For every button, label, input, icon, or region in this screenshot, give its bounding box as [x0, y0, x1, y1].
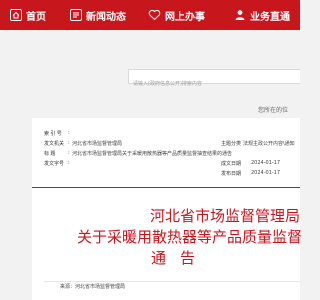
publish-date-label: 发布日期	[221, 171, 242, 177]
meta-row-publish-date: 发布日期 2024-01-17	[32, 170, 300, 178]
nav-news-label: 新闻动态	[86, 11, 126, 23]
document-title-line-1: 河北省市场监督管理局	[150, 207, 301, 225]
document-card: 索引号: 发文机关: 河北省市场监督管理局 主题分类 法规主政公开内容\通知 标…	[32, 118, 302, 300]
title-value: 河北省市场监督管理局关于采暖用散热器等产品质量监督抽查结果的通告	[72, 151, 233, 157]
person-icon	[234, 9, 246, 21]
meta-row-title: 标题: 河北省市场监督管理局关于采暖用散热器等产品质量监督抽查结果的通告	[44, 150, 233, 157]
doc-no-label: 发文字号	[44, 161, 65, 167]
category-label: 主题分类	[221, 141, 242, 147]
search-input[interactable]	[129, 77, 300, 91]
search-box	[128, 69, 300, 91]
nav-business-label: 业务直通	[250, 11, 290, 23]
publisher-label: 发文机关	[44, 141, 65, 147]
location-label: 您所在的位	[258, 107, 289, 114]
publisher-value: 河北省市场监督管理局	[72, 141, 123, 147]
publish-date-value: 2024-01-17	[251, 170, 281, 176]
news-icon	[70, 9, 82, 21]
document-metadata: 索引号: 发文机关: 河北省市场监督管理局 主题分类 法规主政公开内容\通知 标…	[32, 128, 300, 183]
meta-row-index: 索引号:	[44, 130, 70, 137]
written-date-value: 2024-01-17	[251, 160, 281, 166]
nav-home-label: 首页	[26, 11, 46, 23]
title-label: 标题	[44, 151, 57, 157]
nav-news[interactable]: 新闻动态	[70, 0, 126, 30]
nav-business[interactable]: 业务直通	[234, 0, 290, 30]
document-source: 来源：河北省市场监督管理局	[60, 284, 126, 290]
heart-icon	[148, 9, 161, 21]
meta-row-publisher: 发文机关: 河北省市场监督管理局 主题分类 法规主政公开内容\通知	[44, 140, 295, 147]
source-divider	[44, 281, 300, 282]
category-value: 法规主政公开内容\通知	[243, 141, 295, 147]
red-divider	[32, 187, 300, 188]
home-icon	[10, 9, 22, 21]
nav-home[interactable]: 首页	[10, 0, 46, 30]
document-title-line-2: 关于采暖用散热器等产品质量监督	[77, 228, 303, 246]
nav-online-services[interactable]: 网上办事	[148, 0, 205, 30]
nav-online-services-label: 网上办事	[165, 11, 205, 23]
meta-row-doc-no: 发文字号: 成文日期 2024-01-17	[44, 160, 281, 167]
index-label: 索引号	[44, 131, 64, 137]
top-navigation: 首页 新闻动态 网上办事 业务直通	[0, 0, 300, 30]
written-date-label: 成文日期	[221, 161, 242, 167]
document-title-line-3: 通告	[150, 249, 209, 267]
